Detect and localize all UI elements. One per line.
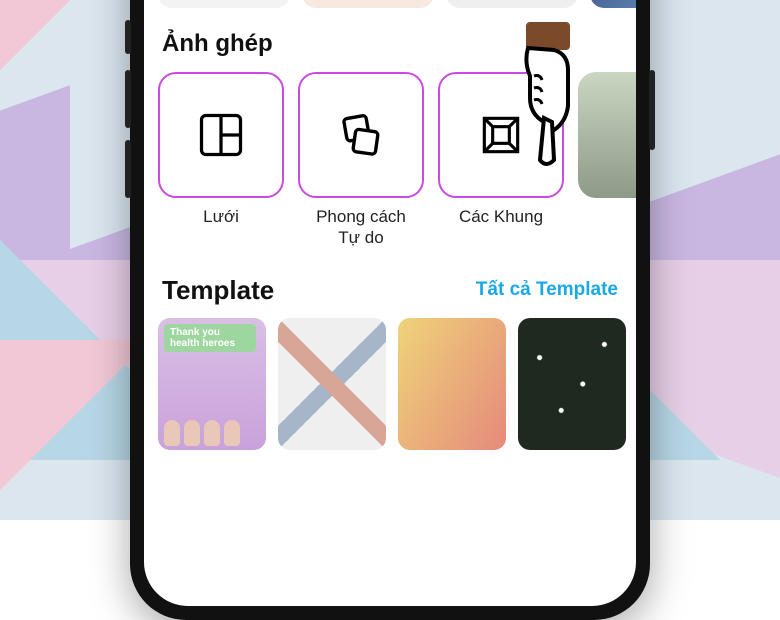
collage-card[interactable]	[158, 72, 284, 198]
app-scroll-view[interactable]: ✦ ✦ ✦ ✦ ✦	[144, 0, 636, 606]
effect-card[interactable]: ✦ ✦ ✦ ✦ ✦	[158, 0, 290, 8]
collage-photo-preview[interactable]	[578, 72, 636, 198]
template-card[interactable]	[518, 318, 626, 450]
template-card[interactable]: Thank you health heroes	[158, 318, 266, 450]
phone-side-button	[125, 140, 131, 198]
effects-row[interactable]: ✦ ✦ ✦ ✦ ✦	[158, 0, 622, 8]
phone-screen: ✦ ✦ ✦ ✦ ✦	[144, 0, 636, 606]
template-header: Template Tất cả Template	[162, 275, 618, 306]
phone-frame: ✦ ✦ ✦ ✦ ✦	[130, 0, 650, 620]
collage-label: Các Khung	[438, 206, 564, 227]
collage-label: Lưới	[158, 206, 284, 227]
frame-icon	[476, 110, 526, 160]
collage-card[interactable]	[298, 72, 424, 198]
effect-card[interactable]	[590, 0, 636, 8]
effect-card[interactable]	[446, 0, 578, 8]
template-card[interactable]	[278, 318, 386, 450]
phone-side-button	[125, 70, 131, 128]
people-illustration	[164, 420, 240, 446]
section-title-template: Template	[162, 275, 274, 306]
freestyle-icon	[334, 108, 388, 162]
collage-row: Lưới Phong cách Tự do Các Khung	[158, 72, 622, 249]
section-title-collage: Ảnh ghép	[162, 30, 618, 58]
phone-side-button	[125, 20, 131, 54]
template-row[interactable]: Thank you health heroes	[158, 318, 622, 450]
template-card[interactable]	[398, 318, 506, 450]
phone-side-button	[649, 70, 655, 150]
grid-icon	[195, 109, 247, 161]
template-see-all-link[interactable]: Tất cả Template	[476, 279, 618, 301]
collage-label: Phong cách Tự do	[298, 206, 424, 249]
collage-option-freestyle[interactable]: Phong cách Tự do	[298, 72, 424, 249]
collage-card[interactable]	[438, 72, 564, 198]
collage-option-frames[interactable]: Các Khung	[438, 72, 564, 249]
effect-card[interactable]	[302, 0, 434, 8]
template-badge-text: Thank you health heroes	[164, 324, 256, 352]
collage-option-grid[interactable]: Lưới	[158, 72, 284, 249]
